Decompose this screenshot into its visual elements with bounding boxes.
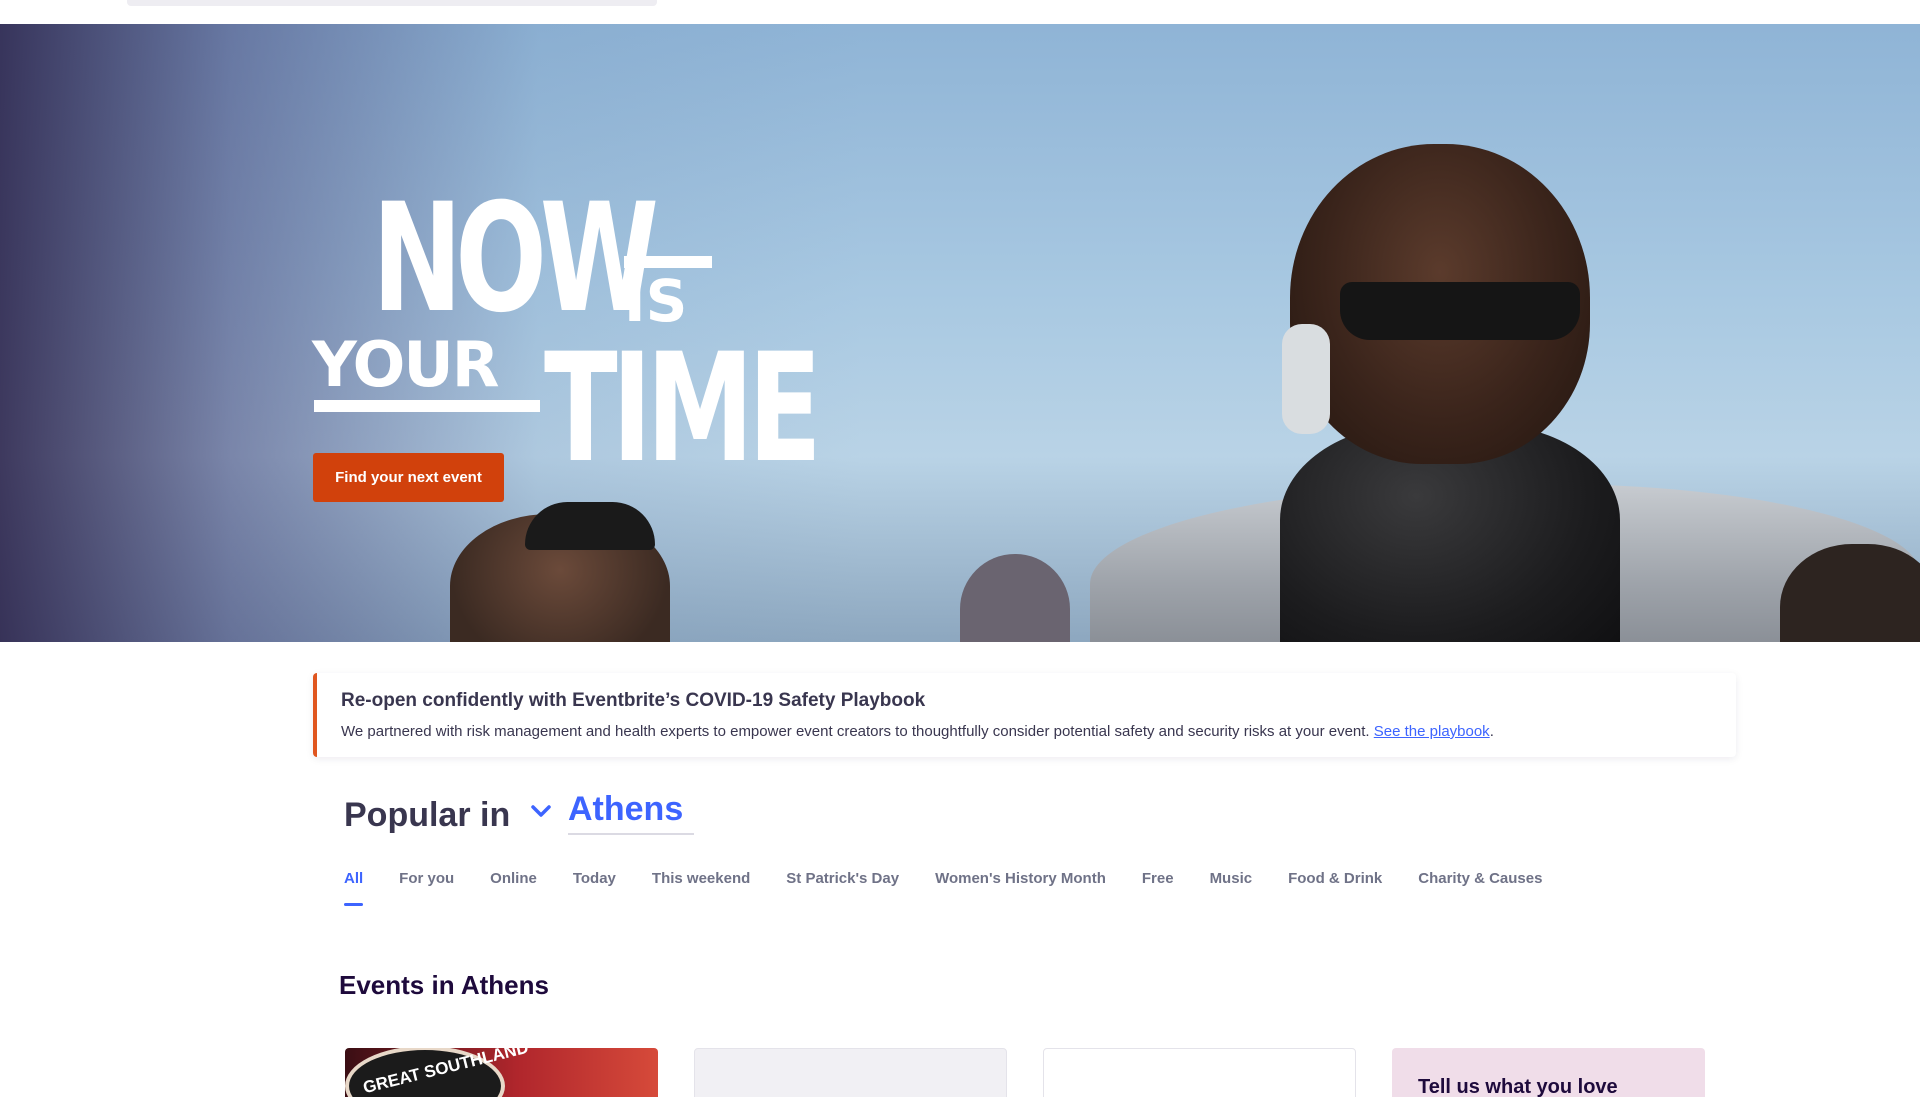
see-playbook-link[interactable]: See the playbook [1374,723,1490,740]
banner-title: Re-open confidently with Eventbrite’s CO… [341,690,926,711]
banner-description: We partnered with risk management and he… [341,723,1370,740]
find-next-event-button[interactable]: Find your next event [313,453,504,502]
event-card[interactable] [1043,1048,1356,1097]
event-card[interactable]: GREAT SOUTHLAND [345,1048,658,1097]
hero-title-your: YOUR [312,328,499,401]
hero-title-now: NOW [372,172,659,346]
event-card[interactable] [694,1048,1007,1097]
hero-person-mid [960,554,1070,642]
headphone-icon [1282,324,1330,434]
event-card-logo-text: GREAT SOUTHLAND [361,1048,531,1097]
interests-promo-card[interactable]: Tell us what you love [1392,1048,1705,1097]
location-input[interactable]: Athens [568,790,694,835]
tab-charity-causes[interactable]: Charity & Causes [1418,870,1542,906]
category-tabs: All For you Online Today This weekend St… [344,870,1578,906]
tab-online[interactable]: Online [490,870,537,906]
tab-today[interactable]: Today [573,870,616,906]
tab-this-weekend[interactable]: This weekend [652,870,750,906]
covid-safety-banner: Re-open confidently with Eventbrite’s CO… [313,673,1736,757]
top-header [0,0,1920,24]
hero-cap [525,502,655,550]
chevron-down-icon[interactable] [526,796,556,826]
tab-all[interactable]: All [344,870,364,906]
tab-womens-history-month[interactable]: Women's History Month [935,870,1106,906]
search-bar-edge[interactable] [127,0,657,6]
tab-free[interactable]: Free [1142,870,1174,906]
promo-title: Tell us what you love [1418,1076,1618,1097]
events-section-title: Events in Athens [339,970,549,1000]
tab-st-patricks-day[interactable]: St Patrick's Day [786,870,899,906]
tab-for-you[interactable]: For you [399,870,454,906]
hero-banner: NOW IS YOUR TIME Find your next event [0,24,1920,642]
tab-music[interactable]: Music [1210,870,1253,906]
hero-title-underline [314,400,540,412]
event-card-logo: GREAT SOUTHLAND [345,1048,530,1097]
hero-title-time: TIME [544,322,822,496]
popular-in-label: Popular in [344,796,511,834]
tab-food-drink[interactable]: Food & Drink [1288,870,1382,906]
hero-sunglasses [1340,282,1580,340]
banner-trailing: . [1489,723,1494,740]
hero-title: NOW IS YOUR TIME [312,172,822,484]
banner-text: We partnered with risk management and he… [341,723,1494,740]
